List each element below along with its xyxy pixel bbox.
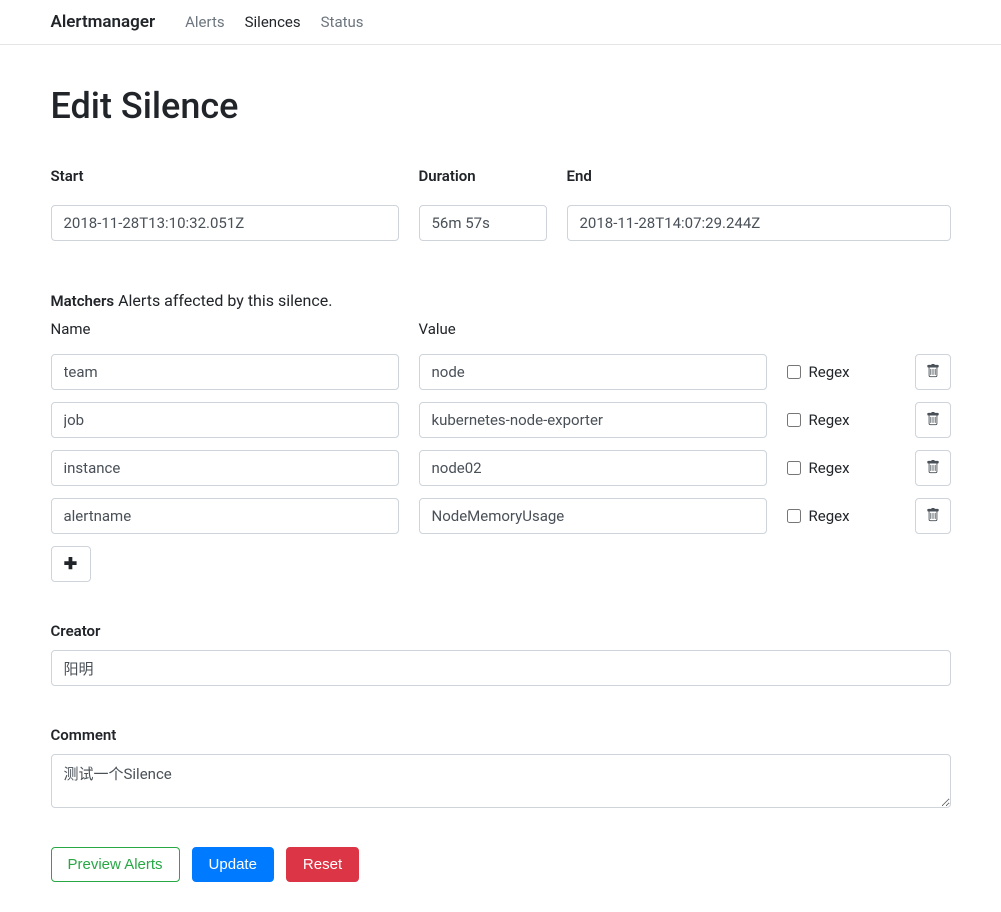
nav-alerts[interactable]: Alerts [185,13,225,31]
regex-checkbox[interactable] [787,365,801,379]
navbar: Alertmanager Alerts Silences Status [0,0,1001,45]
delete-matcher-button[interactable] [915,354,951,390]
start-label: Start [51,167,399,185]
matcher-name-input[interactable] [51,354,399,390]
end-input[interactable] [567,205,951,241]
regex-checkbox[interactable] [787,461,801,475]
trash-icon [926,364,940,381]
matchers-subheading: Alerts affected by this silence. [118,291,332,310]
time-labels-row: Start Duration End [51,167,951,195]
creator-section: Creator [51,622,951,686]
nav-status[interactable]: Status [321,13,364,31]
delete-matcher-button[interactable] [915,498,951,534]
trash-icon [926,508,940,525]
trash-icon [926,460,940,477]
regex-checkbox[interactable] [787,509,801,523]
regex-label: Regex [809,411,850,429]
creator-label: Creator [51,622,951,640]
plus-icon: ✚ [64,554,77,574]
trash-icon [926,412,940,429]
value-col-header: Value [419,320,767,338]
matchers-section: Matchers Alerts affected by this silence… [51,291,951,582]
start-input[interactable] [51,205,399,241]
delete-matcher-button[interactable] [915,402,951,438]
comment-section: Comment [51,726,951,812]
matchers-heading: Matchers [51,292,115,310]
delete-matcher-button[interactable] [915,450,951,486]
matcher-name-input[interactable] [51,402,399,438]
brand[interactable]: Alertmanager [51,12,156,32]
duration-label: Duration [419,167,547,185]
regex-checkbox[interactable] [787,413,801,427]
action-buttons: Preview Alerts Update Reset [51,847,951,882]
comment-input[interactable] [51,754,951,808]
regex-label: Regex [809,507,850,525]
add-matcher-button[interactable]: ✚ [51,546,91,582]
end-label: End [567,167,951,185]
main-container: Edit Silence Start Duration End Matchers… [31,85,971,882]
matcher-value-input[interactable] [419,498,767,534]
creator-input[interactable] [51,650,951,686]
regex-label: Regex [809,363,850,381]
preview-alerts-button[interactable]: Preview Alerts [51,847,180,882]
matcher-row: Regex [51,402,951,438]
reset-button[interactable]: Reset [286,847,359,882]
nav-silences[interactable]: Silences [245,13,301,31]
navbar-inner: Alertmanager Alerts Silences Status [31,12,971,32]
matcher-row: Regex [51,354,951,390]
matcher-value-input[interactable] [419,402,767,438]
matcher-name-input[interactable] [51,450,399,486]
update-button[interactable]: Update [192,847,274,882]
time-inputs-row [51,205,951,241]
matcher-row: Regex [51,450,951,486]
regex-label: Regex [809,459,850,477]
matcher-value-input[interactable] [419,450,767,486]
matcher-value-input[interactable] [419,354,767,390]
page-title: Edit Silence [51,85,951,127]
name-col-header: Name [51,320,399,338]
matcher-row: Regex [51,498,951,534]
duration-input[interactable] [419,205,547,241]
matchers-header: Matchers Alerts affected by this silence… [51,291,951,310]
matcher-col-headers: Name Value [51,320,951,346]
matcher-name-input[interactable] [51,498,399,534]
comment-label: Comment [51,726,951,744]
